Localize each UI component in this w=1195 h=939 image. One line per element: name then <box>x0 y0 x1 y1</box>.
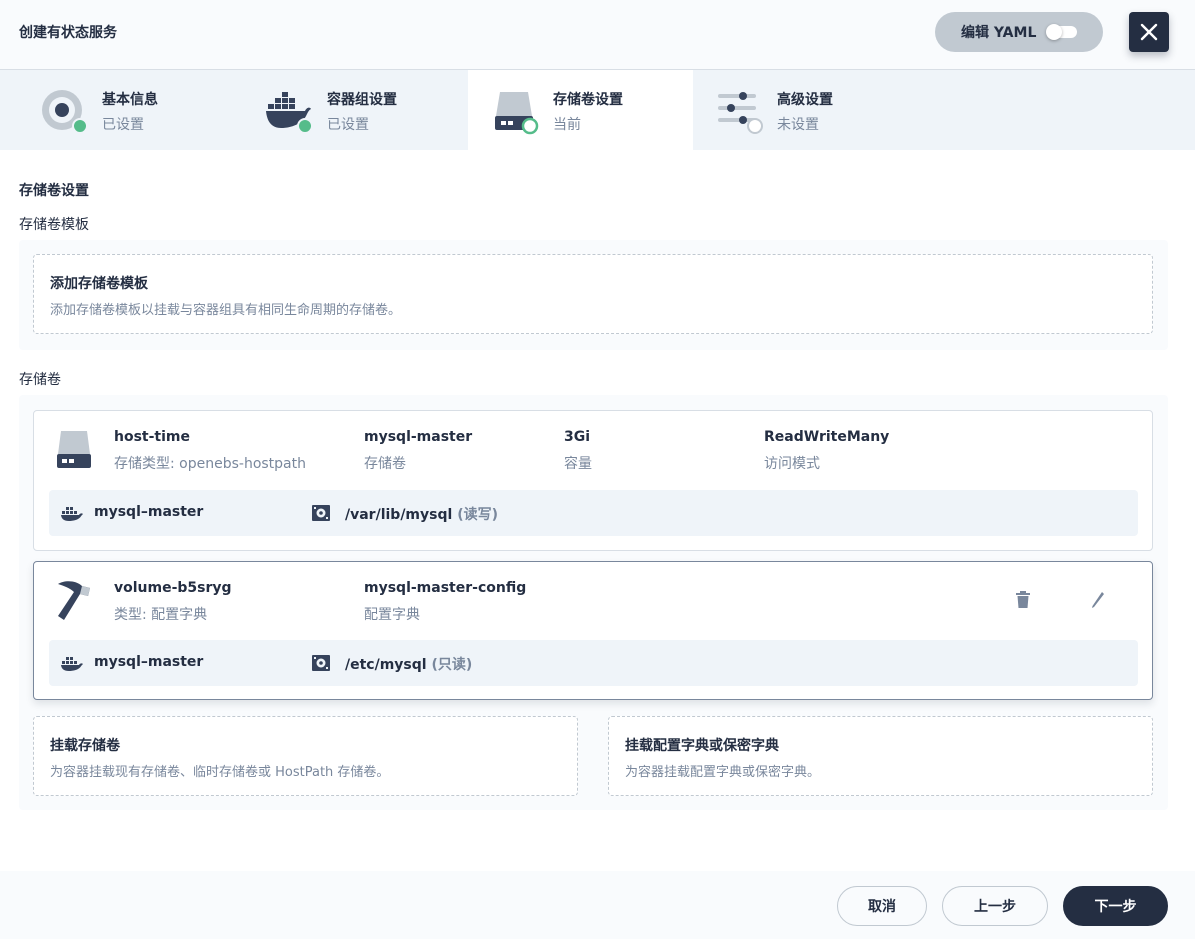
step-advanced[interactable]: 高级设置 未设置 <box>693 70 918 150</box>
trash-icon[interactable] <box>1013 590 1033 610</box>
volume-access-col: ReadWriteMany 访问模式 <box>764 429 889 473</box>
storage-icon <box>57 431 91 468</box>
step-status: 已设置 <box>102 117 144 133</box>
step-status: 当前 <box>553 117 581 133</box>
volume-type: 存储类型: openebs-hostpath <box>114 456 307 472</box>
template-label: 存储卷模板 <box>19 217 89 233</box>
docker-icon <box>61 657 83 671</box>
section-title: 存储卷设置 <box>19 183 89 199</box>
mount-volume-title: 挂载存储卷 <box>50 738 120 754</box>
disc-icon <box>42 90 88 134</box>
volume-name: volume-b5sryg <box>114 580 232 596</box>
volume-name-col: host-time 存储类型: openebs-hostpath <box>114 429 306 473</box>
close-button[interactable] <box>1129 12 1169 52</box>
mount-path: /etc/mysql (只读) <box>345 654 472 674</box>
volume-access-label: 访问模式 <box>764 456 820 472</box>
sliders-icon <box>718 92 763 134</box>
modal-title: 创建有状态服务 <box>19 25 117 41</box>
volumes-panel: host-time 存储类型: openebs-hostpath mysql-m… <box>19 395 1168 810</box>
mount-path-value: /var/lib/mysql <box>345 507 453 523</box>
mount-config-button[interactable]: 挂载配置字典或保密字典 为容器挂载配置字典或保密字典。 <box>608 716 1153 796</box>
mount-path-value: /etc/mysql <box>345 657 427 673</box>
volumes-label: 存储卷 <box>19 372 61 388</box>
volume-source-label: 配置字典 <box>364 607 420 623</box>
edit-yaml-toggle[interactable]: 编辑 YAML <box>935 12 1103 52</box>
mount-row: mysql–master /etc/mysql (只读) <box>49 640 1138 686</box>
volume-access-mode: ReadWriteMany <box>764 429 890 445</box>
mount-row: mysql–master /var/lib/mysql (读写) <box>49 490 1138 536</box>
hard-disk-icon <box>312 505 330 521</box>
mount-container-name: mysql–master <box>94 654 204 670</box>
step-title: 容器组设置 <box>327 92 397 108</box>
mount-config-desc: 为容器挂载配置字典或保密字典。 <box>625 765 821 780</box>
next-step-button[interactable]: 下一步 <box>1063 886 1168 926</box>
mount-mode: (只读) <box>431 657 473 673</box>
step-title: 基本信息 <box>102 92 158 108</box>
docker-icon <box>61 507 83 521</box>
step-container-group[interactable]: 容器组设置 已设置 <box>225 70 450 150</box>
volume-capacity-col: 3Gi 容量 <box>564 429 592 473</box>
hard-disk-icon <box>312 655 330 671</box>
volume-source: mysql-master-config <box>364 580 527 596</box>
add-template-title: 添加存储卷模板 <box>50 276 148 292</box>
volume-name-col: volume-b5sryg 类型: 配置字典 <box>114 580 232 624</box>
modal-header: 创建有状态服务 编辑 YAML <box>0 0 1195 70</box>
volume-source-label: 存储卷 <box>364 456 406 472</box>
wizard-steps: 基本信息 已设置 容器组设置 已设置 存储卷设置 当前 高级设置 未设置 <box>0 70 1195 150</box>
add-template-button[interactable]: 添加存储卷模板 添加存储卷模板以挂载与容器组具有相同生命周期的存储卷。 <box>33 254 1153 334</box>
close-icon <box>1140 23 1158 41</box>
template-panel: 添加存储卷模板 添加存储卷模板以挂载与容器组具有相同生命周期的存储卷。 <box>19 240 1168 350</box>
volume-source-col: mysql-master-config 配置字典 <box>364 580 526 624</box>
cancel-button[interactable]: 取消 <box>837 886 927 926</box>
step-title: 存储卷设置 <box>553 92 623 108</box>
step-title: 高级设置 <box>777 92 833 108</box>
toggle-switch-icon <box>1046 24 1077 40</box>
mount-container-name: mysql–master <box>94 504 204 520</box>
add-template-desc: 添加存储卷模板以挂载与容器组具有相同生命周期的存储卷。 <box>50 303 402 318</box>
volume-capacity-label: 容量 <box>564 456 592 472</box>
mount-volume-desc: 为容器挂载现有存储卷、临时存储卷或 HostPath 存储卷。 <box>50 765 390 780</box>
mount-volume-button[interactable]: 挂载存储卷 为容器挂载现有存储卷、临时存储卷或 HostPath 存储卷。 <box>33 716 578 796</box>
step-status: 已设置 <box>327 117 369 133</box>
prev-step-button[interactable]: 上一步 <box>942 886 1048 926</box>
step-storage[interactable]: 存储卷设置 当前 <box>468 70 693 150</box>
step-status: 未设置 <box>777 117 819 133</box>
mount-path: /var/lib/mysql (读写) <box>345 504 498 524</box>
pen-icon[interactable] <box>1088 590 1108 610</box>
volume-type: 类型: 配置字典 <box>114 607 208 623</box>
volume-capacity: 3Gi <box>564 429 591 445</box>
volume-card[interactable]: volume-b5sryg 类型: 配置字典 mysql-master-conf… <box>33 561 1153 700</box>
volume-source-col: mysql-master 存储卷 <box>364 429 472 473</box>
docker-icon <box>266 92 313 134</box>
edit-yaml-label: 编辑 YAML <box>961 25 1037 41</box>
volume-source: mysql-master <box>364 429 473 445</box>
storage-icon <box>495 92 539 135</box>
volume-card[interactable]: host-time 存储类型: openebs-hostpath mysql-m… <box>33 410 1153 551</box>
step-basic-info[interactable]: 基本信息 已设置 <box>0 70 225 150</box>
hammer-icon <box>58 581 90 620</box>
mount-mode: (读写) <box>457 507 498 523</box>
mount-config-title: 挂载配置字典或保密字典 <box>625 738 779 754</box>
volume-name: host-time <box>114 429 190 445</box>
modal-footer: 取消 上一步 下一步 <box>0 871 1195 939</box>
